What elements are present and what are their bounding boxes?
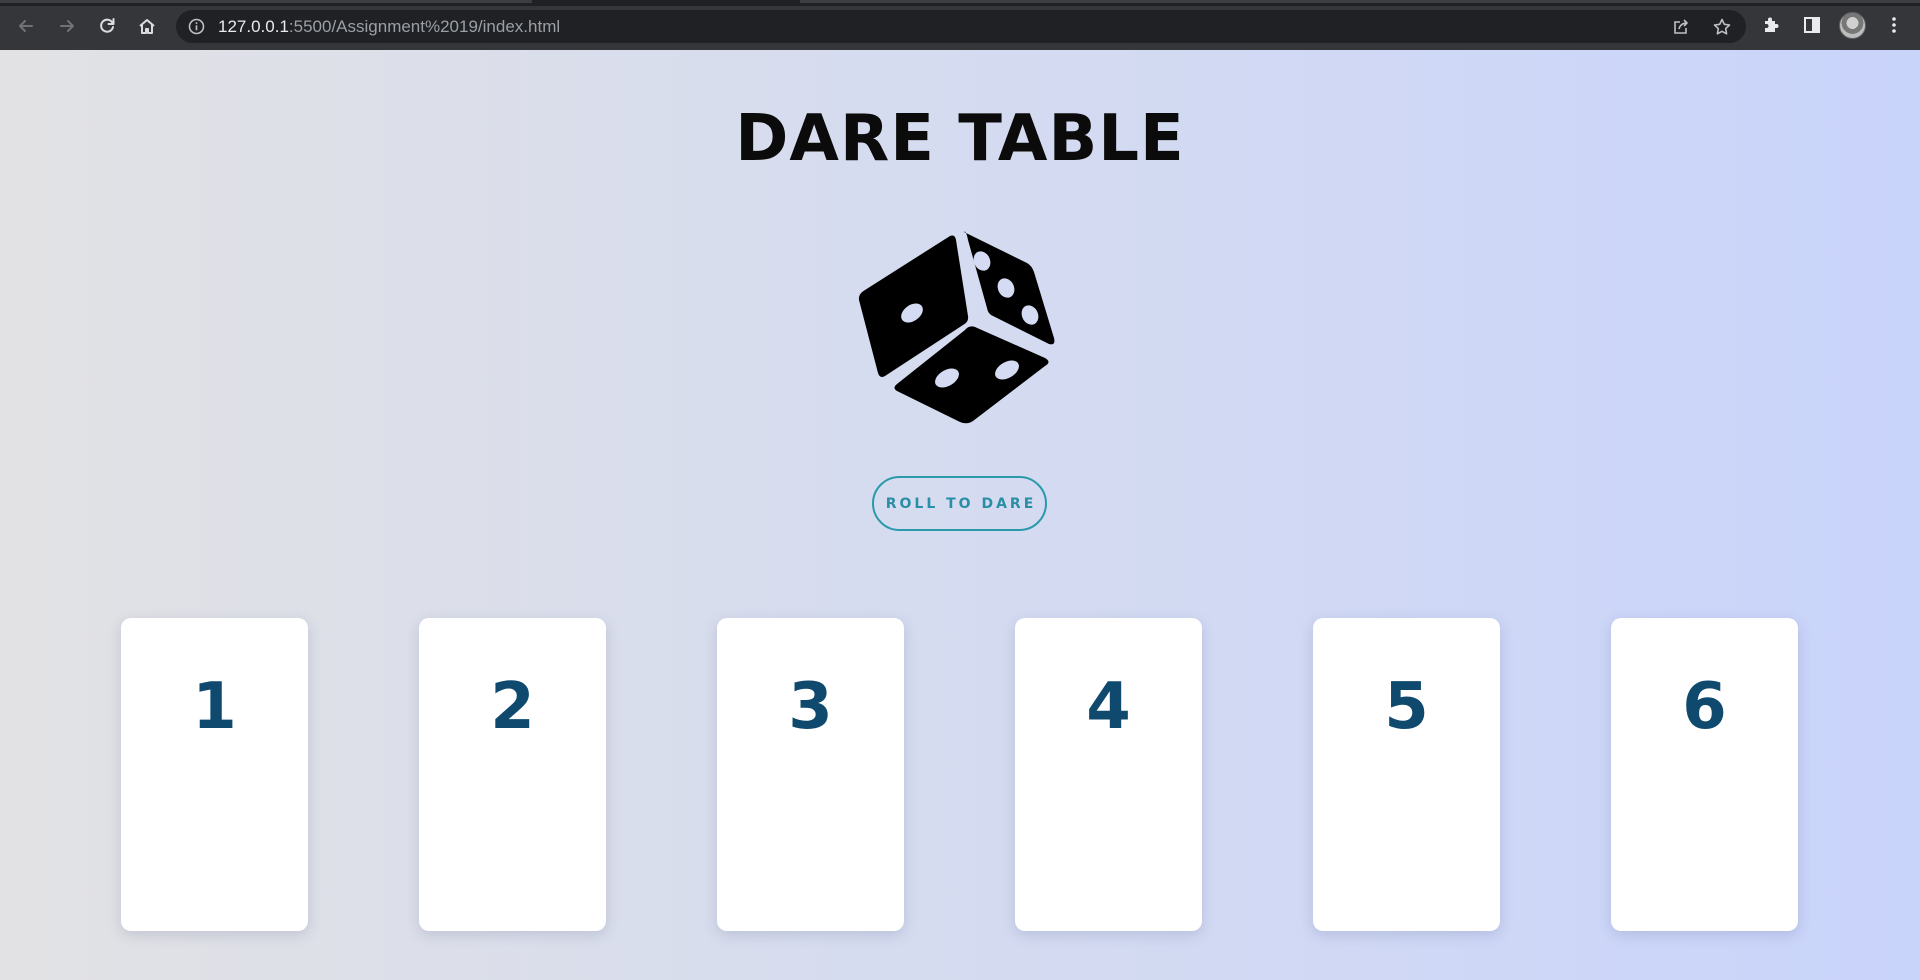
- card-number: 4: [1086, 670, 1131, 744]
- card-number: 5: [1384, 670, 1429, 744]
- address-bar[interactable]: 127.0.0.1:5500/Assignment%2019/index.htm…: [176, 10, 1746, 43]
- extensions-button[interactable]: [1759, 13, 1783, 37]
- dare-card-1[interactable]: 1: [121, 618, 308, 931]
- kebab-menu-icon: [1892, 17, 1896, 33]
- dare-card-3[interactable]: 3: [717, 618, 904, 931]
- arrow-left-icon: [19, 20, 33, 32]
- browser-toolbar: 127.0.0.1:5500/Assignment%2019/index.htm…: [0, 0, 1920, 50]
- tab-left[interactable]: [0, 0, 532, 3]
- share-icon[interactable]: [1671, 17, 1691, 37]
- dare-card-6[interactable]: 6: [1611, 618, 1798, 931]
- card-number: 2: [490, 670, 535, 744]
- forward-button[interactable]: [53, 12, 81, 40]
- dare-card-5[interactable]: 5: [1313, 618, 1500, 931]
- home-icon: [139, 19, 155, 34]
- card-number: 1: [192, 670, 237, 744]
- url-text[interactable]: 127.0.0.1:5500/Assignment%2019/index.htm…: [218, 17, 560, 37]
- profile-avatar[interactable]: [1839, 12, 1866, 39]
- menu-button[interactable]: [1882, 13, 1906, 37]
- dare-card-4[interactable]: 4: [1015, 618, 1202, 931]
- card-row: 1 2 3 4 5 6: [0, 618, 1920, 932]
- page-body: DARE TABLE ROLL TO DARE 1 2 3 4 5 6: [0, 50, 1920, 980]
- reload-icon: [100, 18, 115, 33]
- arrow-right-icon: [60, 20, 74, 32]
- card-number: 6: [1682, 670, 1727, 744]
- dare-card-2[interactable]: 2: [419, 618, 606, 931]
- roll-to-dare-button[interactable]: ROLL TO DARE: [872, 476, 1047, 531]
- page-title: DARE TABLE: [735, 102, 1185, 176]
- side-panel-icon: [1804, 17, 1820, 33]
- side-panel-button[interactable]: [1800, 13, 1824, 37]
- tab-right[interactable]: [800, 0, 1920, 3]
- star-icon[interactable]: [1712, 17, 1732, 37]
- card-number: 3: [788, 670, 833, 744]
- info-icon[interactable]: [188, 18, 205, 35]
- home-button[interactable]: [133, 12, 161, 40]
- reload-button[interactable]: [93, 12, 121, 40]
- dice-icon: [858, 231, 1055, 424]
- url-host: 127.0.0.1: [218, 17, 289, 36]
- back-button[interactable]: [12, 12, 40, 40]
- url-path: :5500/Assignment%2019/index.html: [288, 17, 561, 36]
- puzzle-icon: [1765, 17, 1779, 32]
